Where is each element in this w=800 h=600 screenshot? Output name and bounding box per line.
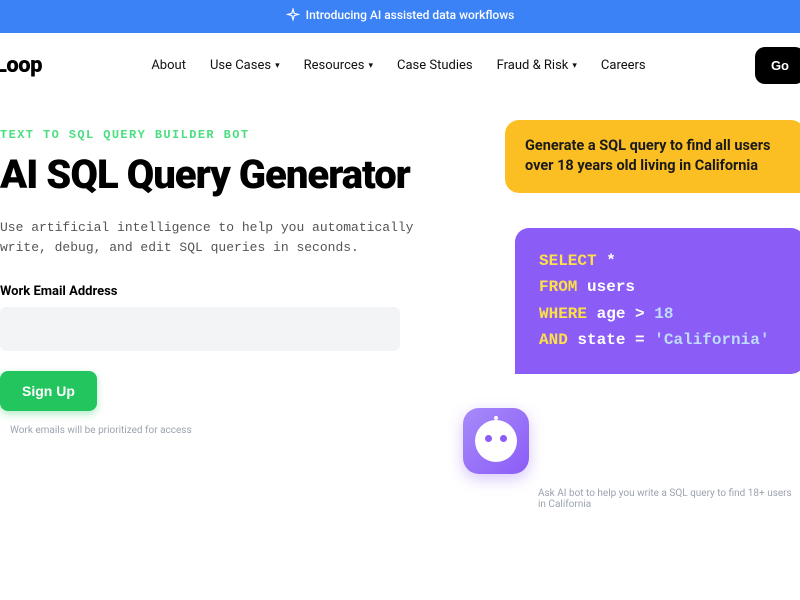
logo[interactable]: Loop <box>0 53 42 78</box>
nav-resources[interactable]: Resources▾ <box>304 58 373 73</box>
email-input[interactable] <box>0 307 400 351</box>
signup-button[interactable]: Sign Up <box>0 371 97 411</box>
banner-text: Introducing AI assisted data workflows <box>306 8 515 22</box>
bot-avatar <box>463 408 529 474</box>
email-hint: Work emails will be prioritized for acce… <box>10 425 428 436</box>
robot-icon <box>475 420 517 462</box>
hero-left: TEXT TO SQL QUERY BUILDER BOT AI SQL Que… <box>0 128 448 436</box>
email-label: Work Email Address <box>0 284 428 299</box>
chevron-down-icon: ▾ <box>368 61 373 71</box>
nav-use-cases[interactable]: Use Cases▾ <box>210 58 280 73</box>
eyebrow: TEXT TO SQL QUERY BUILDER BOT <box>0 128 428 142</box>
main-content: TEXT TO SQL QUERY BUILDER BOT AI SQL Que… <box>0 98 800 436</box>
subtitle: Use artificial intelligence to help you … <box>0 218 420 258</box>
chevron-down-icon: ▾ <box>572 61 577 71</box>
nav-items: About Use Cases▾ Resources▾ Case Studies… <box>42 58 755 73</box>
chat-ai-bubble: SELECT * FROM users WHERE age > 18 AND s… <box>515 228 800 374</box>
chat-caption: Ask AI bot to help you write a SQL query… <box>538 488 798 510</box>
chevron-down-icon: ▾ <box>275 61 280 71</box>
nav-fraud-risk[interactable]: Fraud & Risk▾ <box>497 58 577 73</box>
nav-case-studies[interactable]: Case Studies <box>397 58 473 73</box>
navbar: Loop About Use Cases▾ Resources▾ Case St… <box>0 33 800 98</box>
announcement-banner[interactable]: Introducing AI assisted data workflows <box>0 0 800 33</box>
go-button[interactable]: Go <box>755 47 800 84</box>
sparkle-icon <box>286 8 300 22</box>
page-title: AI SQL Query Generator <box>0 154 428 196</box>
hero-right: Generate a SQL query to find all users o… <box>448 128 800 436</box>
nav-about[interactable]: About <box>151 58 186 73</box>
chat-user-bubble: Generate a SQL query to find all users o… <box>505 120 800 193</box>
nav-careers[interactable]: Careers <box>601 58 646 73</box>
